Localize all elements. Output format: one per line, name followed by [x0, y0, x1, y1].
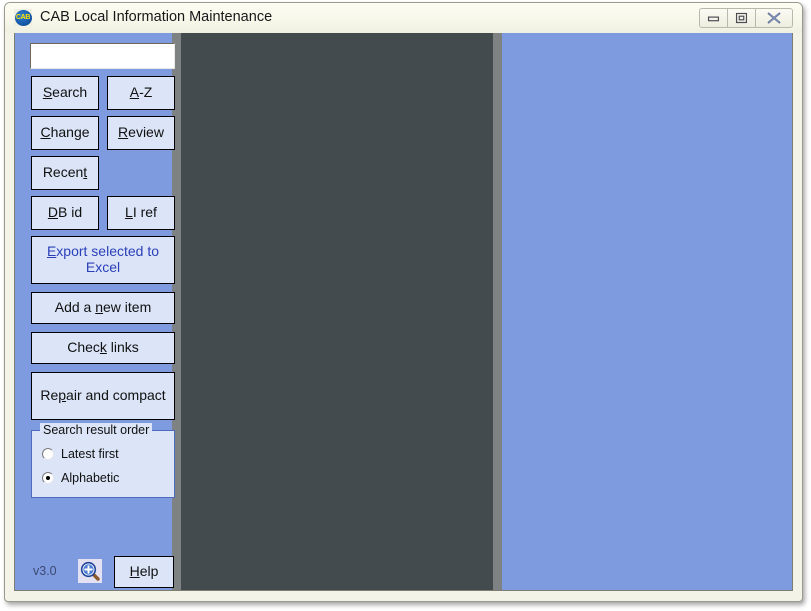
export-to-excel-button[interactable]: Export selected to Excel: [31, 236, 175, 284]
repair-and-compact-button[interactable]: Repair and compact: [31, 372, 175, 420]
radio-alphabetic-mark: [42, 472, 54, 484]
detail-panel[interactable]: [502, 33, 792, 590]
a-z-button[interactable]: A-Z: [107, 76, 175, 110]
results-list-panel[interactable]: [181, 33, 493, 590]
add-new-item-button[interactable]: Add a new item: [31, 292, 175, 324]
recent-button[interactable]: Recent: [31, 156, 99, 190]
restore-icon: [735, 12, 748, 24]
cab-logo-icon: CAB: [14, 9, 32, 26]
search-input[interactable]: [30, 43, 175, 69]
help-button[interactable]: Help: [114, 556, 174, 588]
radio-alphabetic[interactable]: Alphabetic: [42, 471, 119, 485]
radio-latest-first-mark: [42, 448, 54, 460]
db-id-button[interactable]: DB id: [31, 196, 99, 230]
search-result-order-group: Search result order Latest first Alphabe…: [31, 423, 175, 498]
title-bar: CAB CAB Local Information Maintenance: [5, 3, 802, 33]
sidebar: Search A-Z Change Review Recent DB id LI…: [15, 33, 175, 590]
application-window: CAB CAB Local Information Maintenance Se…: [4, 2, 803, 602]
magnifier-plus-icon[interactable]: [78, 559, 102, 583]
check-links-button[interactable]: Check links: [31, 332, 175, 364]
search-result-order-legend: Search result order: [40, 423, 153, 437]
radio-latest-first-label: Latest first: [61, 447, 119, 461]
review-button[interactable]: Review: [107, 116, 175, 150]
close-icon: [767, 12, 781, 24]
magnifier-plus-glyph: [80, 561, 100, 581]
maximize-button[interactable]: [727, 8, 756, 28]
li-ref-button[interactable]: LI ref: [107, 196, 175, 230]
window-title: CAB Local Information Maintenance: [40, 9, 273, 25]
minimize-button[interactable]: [699, 8, 728, 28]
minimize-icon: [707, 16, 720, 22]
splitter-right[interactable]: [493, 33, 502, 590]
change-button[interactable]: Change: [31, 116, 99, 150]
client-area: Search A-Z Change Review Recent DB id LI…: [14, 33, 793, 591]
cab-logo-text: CAB: [15, 14, 31, 21]
radio-alphabetic-label: Alphabetic: [61, 471, 120, 485]
search-button[interactable]: Search: [31, 76, 99, 110]
close-button[interactable]: [755, 8, 793, 28]
version-label: v3.0: [33, 564, 57, 578]
radio-latest-first[interactable]: Latest first: [42, 447, 119, 461]
